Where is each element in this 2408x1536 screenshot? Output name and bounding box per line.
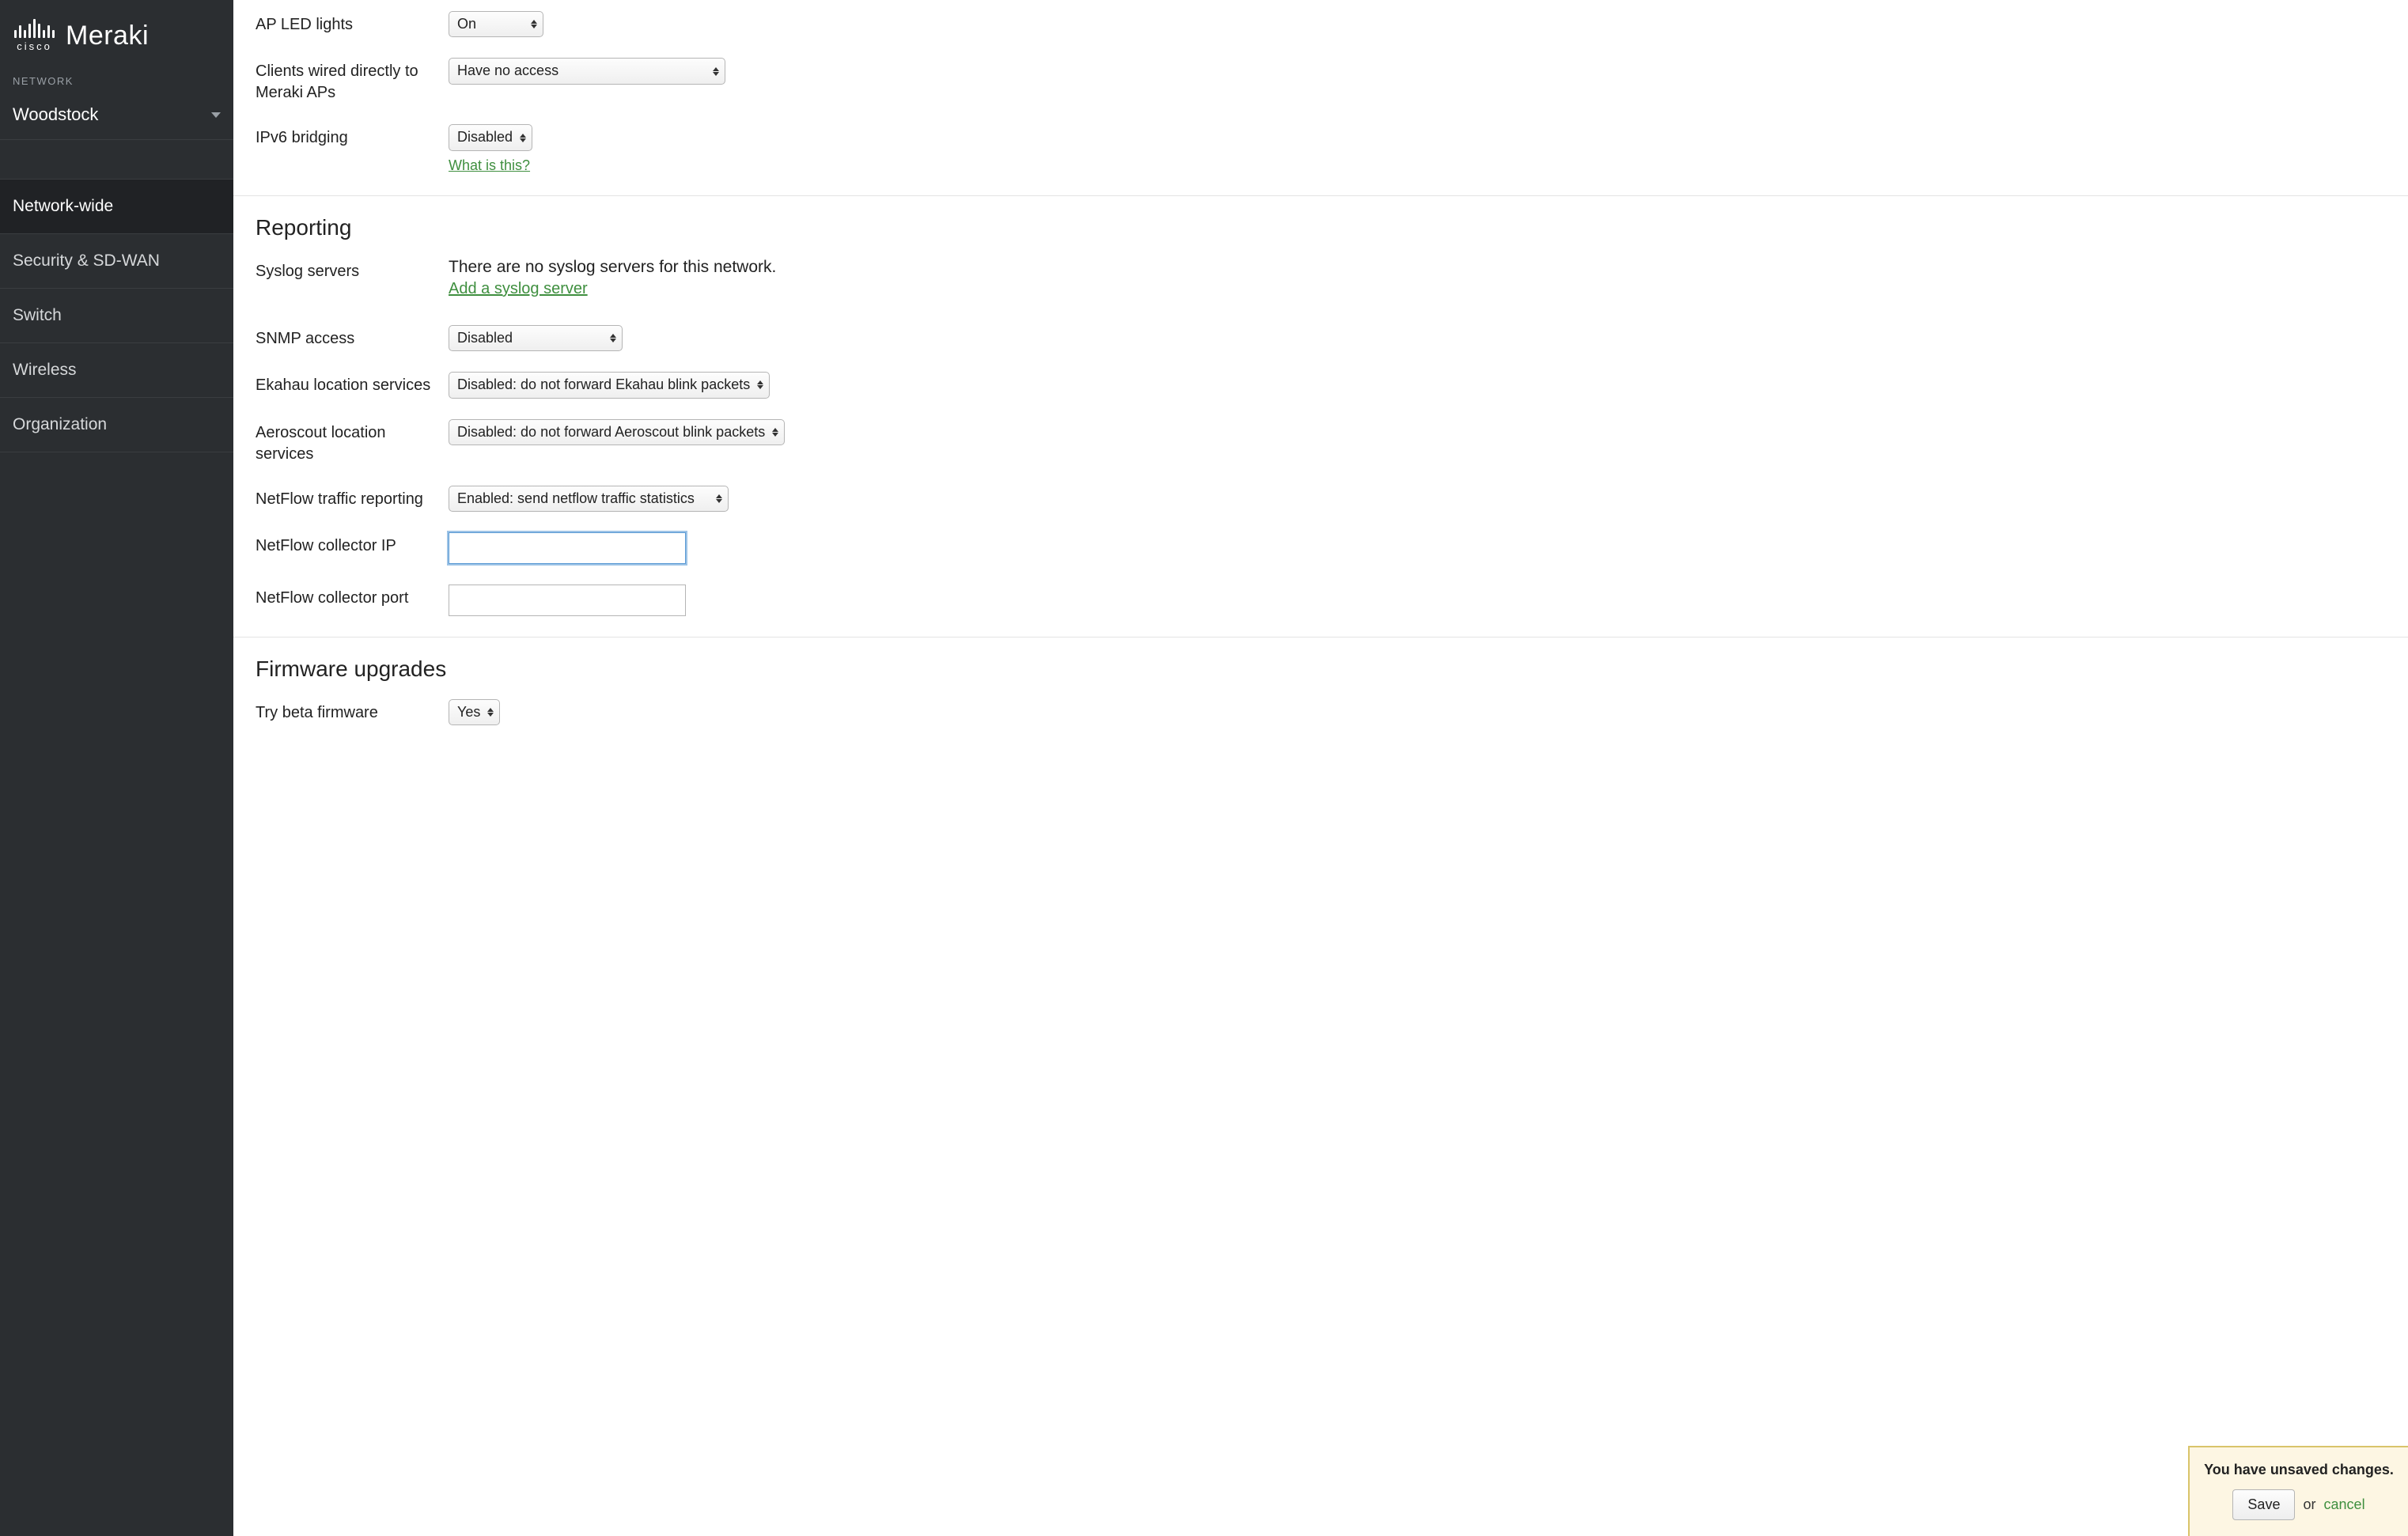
select-arrows-icon [530,20,538,28]
setting-beta-firmware: Try beta firmware Yes [256,699,2386,725]
nav-label: Security & SD-WAN [13,252,160,270]
select-arrows-icon [487,708,494,717]
setting-netflow-ip: NetFlow collector IP [256,532,2386,564]
unsaved-heading: You have unsaved changes. [2202,1462,2395,1478]
select-value: Disabled [457,128,513,146]
select-value: On [457,15,476,33]
select-arrows-icon [771,428,779,437]
sidebar: cisco Meraki NETWORK Woodstock Network-w… [0,0,233,1536]
chevron-down-icon [211,112,221,118]
meraki-text: Meraki [66,21,149,51]
setting-label: AP LED lights [256,11,449,36]
nav-label: Organization [13,415,107,433]
unsaved-actions: Save or cancel [2202,1489,2395,1520]
setting-ipv6-bridging: IPv6 bridging Disabled What is this? [256,124,2386,174]
setting-aeroscout: Aeroscout location services Disabled: do… [256,419,2386,465]
snmp-select[interactable]: Disabled [449,325,623,351]
section-title-reporting: Reporting [256,215,2386,240]
setting-ekahau: Ekahau location services Disabled: do no… [256,372,2386,398]
cisco-bars-icon [14,17,55,38]
select-value: Disabled: do not forward Ekahau blink pa… [457,376,750,394]
setting-label: Syslog servers [256,258,449,282]
nav-label: Switch [13,306,62,324]
setting-syslog: Syslog servers There are no syslog serve… [256,258,2386,298]
wired-clients-select[interactable]: Have no access [449,58,725,84]
nav-item-switch[interactable]: Switch [0,289,233,343]
setting-label: IPv6 bridging [256,124,449,149]
nav-item-organization[interactable]: Organization [0,398,233,452]
setting-label: NetFlow traffic reporting [256,486,449,510]
setting-wired-clients: Clients wired directly to Meraki APs Hav… [256,58,2386,104]
select-value: Enabled: send netflow traffic statistics [457,490,695,508]
select-arrows-icon [756,380,764,389]
setting-label: NetFlow collector port [256,585,449,609]
cancel-link[interactable]: cancel [2324,1496,2365,1512]
nav-item-wireless[interactable]: Wireless [0,343,233,398]
nav-label: Network-wide [13,197,113,215]
nav-item-network-wide[interactable]: Network-wide [0,180,233,234]
network-name: Woodstock [13,104,98,125]
setting-netflow-port: NetFlow collector port [256,585,2386,616]
netflow-ip-input[interactable] [449,532,686,564]
cisco-logo: cisco [14,17,55,51]
nav-spacer [0,140,233,180]
netflow-select[interactable]: Enabled: send netflow traffic statistics [449,486,729,512]
ipv6-help-link[interactable]: What is this? [449,157,530,174]
setting-label: NetFlow collector IP [256,532,449,557]
select-arrows-icon [519,134,527,142]
netflow-port-input[interactable] [449,585,686,616]
main-content: AP LED lights On Clients wired directly … [233,0,2408,1536]
setting-label: SNMP access [256,325,449,350]
nav-label: Wireless [13,361,77,379]
network-selector[interactable]: Woodstock [0,93,233,140]
select-arrows-icon [609,334,617,342]
setting-ap-led: AP LED lights On [256,11,2386,37]
setting-netflow: NetFlow traffic reporting Enabled: send … [256,486,2386,512]
network-section-label: NETWORK [0,75,233,93]
save-button[interactable]: Save [2232,1489,2295,1520]
setting-snmp: SNMP access Disabled [256,325,2386,351]
syslog-status-text: There are no syslog servers for this net… [449,258,2386,277]
cisco-text: cisco [17,41,52,51]
nav-item-security-sdwan[interactable]: Security & SD-WAN [0,234,233,289]
ekahau-select[interactable]: Disabled: do not forward Ekahau blink pa… [449,372,770,398]
ipv6-select[interactable]: Disabled [449,124,532,150]
select-value: Have no access [457,62,558,80]
setting-label: Aeroscout location services [256,419,449,465]
brand-logo: cisco Meraki [0,0,233,75]
beta-firmware-select[interactable]: Yes [449,699,500,725]
aeroscout-select[interactable]: Disabled: do not forward Aeroscout blink… [449,419,785,445]
setting-label: Clients wired directly to Meraki APs [256,58,449,104]
or-text: or [2299,1496,2319,1512]
unsaved-changes-banner: You have unsaved changes. Save or cancel [2188,1446,2408,1536]
ap-led-select[interactable]: On [449,11,543,37]
add-syslog-link[interactable]: Add a syslog server [449,280,588,298]
select-value: Disabled: do not forward Aeroscout blink… [457,423,765,441]
select-value: Yes [457,703,480,721]
section-firmware: Firmware upgrades Try beta firmware Yes [233,637,2408,725]
setting-label: Try beta firmware [256,699,449,724]
select-arrows-icon [715,494,723,503]
section-reporting: Reporting Syslog servers There are no sy… [233,195,2408,616]
setting-label: Ekahau location services [256,372,449,396]
select-arrows-icon [712,67,720,76]
section-title-firmware: Firmware upgrades [256,656,2386,682]
select-value: Disabled [457,329,513,347]
